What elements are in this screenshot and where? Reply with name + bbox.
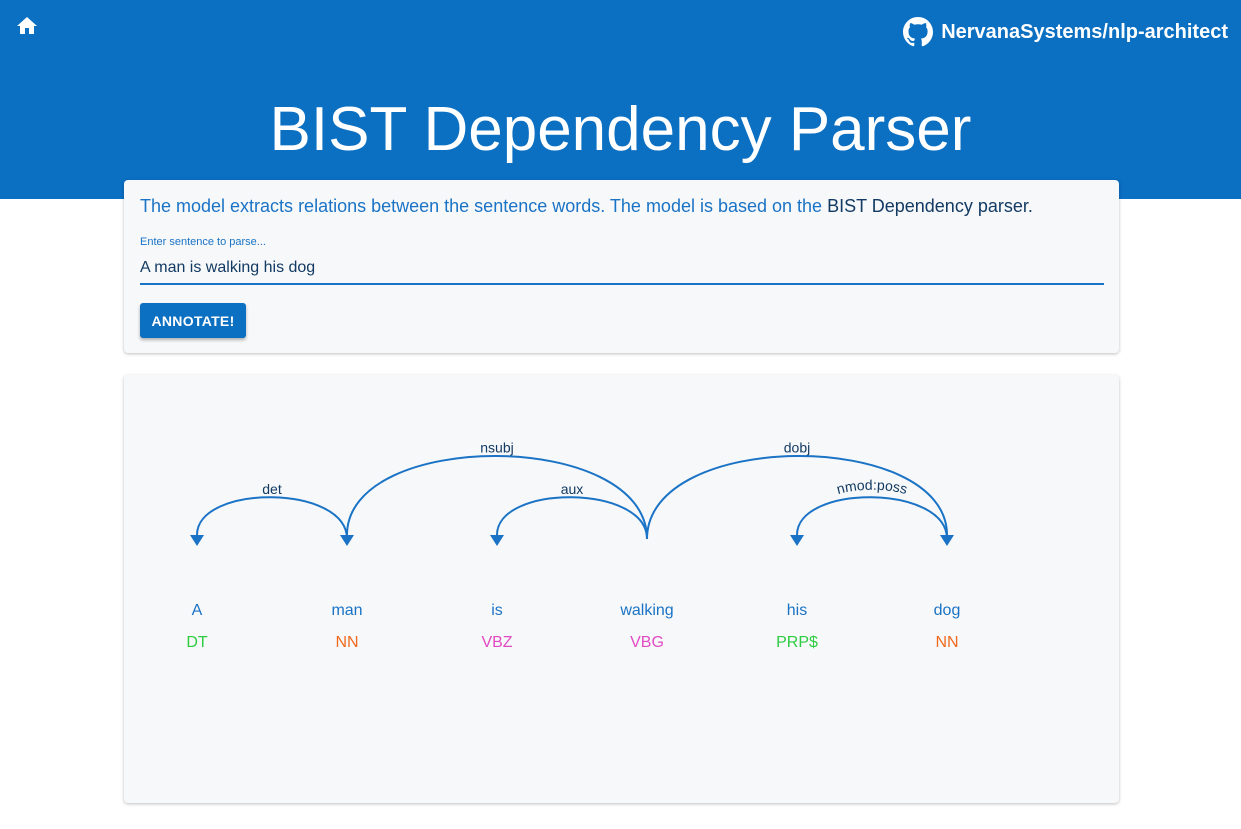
arc-label: aux: [561, 481, 584, 497]
dependency-arc: [646, 455, 948, 540]
token-pos-tag: VBG: [630, 634, 664, 651]
token-word: A: [192, 602, 203, 619]
arc-label: det: [262, 481, 282, 497]
arc-arrowhead: [190, 535, 204, 546]
home-icon[interactable]: [15, 14, 39, 38]
dependency-arc: [496, 496, 648, 540]
arc-label: dobj: [784, 440, 810, 456]
token-pos-tag: NN: [935, 634, 958, 651]
token-word: dog: [934, 602, 961, 619]
input-card: The model extracts relations between the…: [124, 180, 1119, 353]
arc-arrowhead: [490, 535, 504, 546]
token-word: his: [787, 602, 807, 619]
token-word: walking: [619, 602, 673, 619]
token-pos-tag: PRP$: [776, 634, 818, 651]
parse-visualization-card: A DT man NN is VBZ walking VBG his PRP$ dog NN det ns…: [124, 375, 1119, 803]
dependency-arc: [796, 496, 948, 540]
model-description: The model extracts relations between the…: [140, 196, 1033, 217]
dependency-arc: [346, 455, 648, 540]
github-repo-link[interactable]: NervanaSystems/nlp-architect: [903, 16, 1228, 48]
arc-arrowhead: [340, 535, 354, 546]
repo-label: NervanaSystems/nlp-architect: [941, 20, 1228, 43]
dependency-arc: [196, 496, 348, 540]
description-text: The model extracts relations between the…: [140, 196, 828, 216]
token-word: is: [491, 602, 503, 619]
app-header: NervanaSystems/nlp-architect BIST Depend…: [0, 0, 1241, 199]
github-icon: [903, 17, 934, 47]
arc-label: nmod:poss: [835, 477, 909, 497]
token-pos-tag: VBZ: [481, 634, 512, 651]
token-pos-tag: DT: [186, 634, 208, 651]
arc-label: nsubj: [480, 440, 513, 456]
annotate-button[interactable]: ANNOTATE!: [140, 303, 246, 338]
sentence-input[interactable]: [140, 255, 1104, 285]
arc-arrowhead: [790, 535, 804, 546]
page-title: BIST Dependency Parser: [269, 95, 972, 164]
bist-parser-link[interactable]: BIST Dependency parser.: [827, 196, 1033, 216]
dependency-parse-graph: A DT man NN is VBZ walking VBG his PRP$ dog NN det ns…: [186, 440, 961, 652]
token-word: man: [331, 602, 362, 619]
token-pos-tag: NN: [335, 634, 358, 651]
sentence-field-label: Enter sentence to parse...: [140, 236, 266, 248]
